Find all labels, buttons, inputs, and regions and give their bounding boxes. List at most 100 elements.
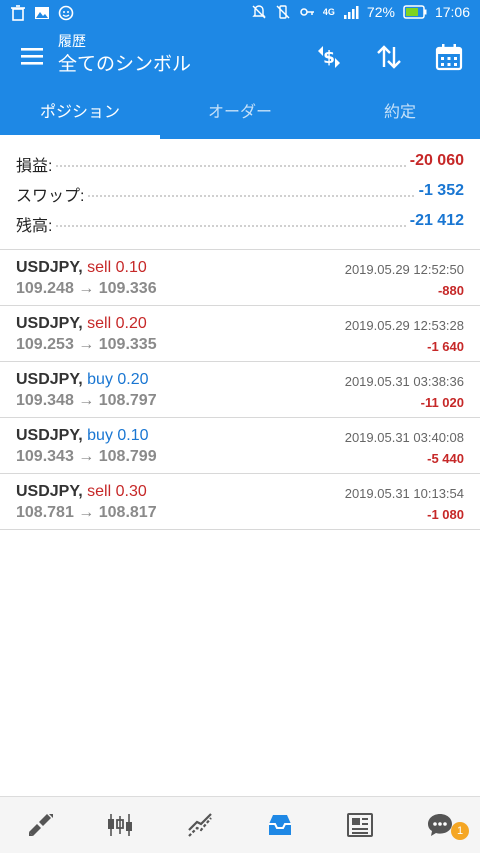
position-profit: -1 080 bbox=[427, 507, 464, 522]
battery-icon bbox=[403, 5, 427, 19]
nav-trade[interactable] bbox=[160, 797, 240, 853]
close-price: 109.335 bbox=[98, 336, 157, 353]
menu-icon[interactable] bbox=[18, 42, 46, 70]
trade-volume: 0.10 bbox=[117, 427, 149, 444]
position-profit: -11 020 bbox=[420, 395, 464, 410]
currency-exchange-icon[interactable]: $ bbox=[314, 42, 344, 72]
clock: 17:06 bbox=[434, 4, 470, 20]
app-bar: 履歴 全てのシンボル $ bbox=[0, 28, 480, 84]
open-price: 109.248 bbox=[16, 280, 74, 297]
position-time: 2019.05.29 12:52:50 bbox=[344, 262, 464, 277]
profit-value: -20 060 bbox=[405, 152, 464, 170]
arrow-icon: → bbox=[78, 504, 95, 521]
position-row[interactable]: USDJPY, sell 0.10 109.248 → 109.336 2019… bbox=[0, 250, 480, 306]
network-type: 4G bbox=[322, 7, 335, 17]
tab-deals[interactable]: 約定 bbox=[320, 84, 480, 139]
balance-value: -21 412 bbox=[405, 212, 464, 230]
tab-bar: ポジション オーダー 約定 bbox=[0, 84, 480, 139]
nav-news[interactable] bbox=[320, 797, 400, 853]
trade-volume: 0.20 bbox=[117, 371, 149, 388]
nav-chart[interactable] bbox=[80, 797, 160, 853]
symbol: USDJPY, bbox=[16, 315, 83, 332]
symbol: USDJPY, bbox=[16, 427, 83, 444]
position-symbol-line: USDJPY, sell 0.30 bbox=[16, 483, 147, 501]
symbol: USDJPY, bbox=[16, 259, 83, 276]
tab-orders[interactable]: オーダー bbox=[160, 84, 320, 139]
nav-quotes[interactable] bbox=[0, 797, 80, 853]
trade-side: sell bbox=[87, 315, 112, 332]
notification-icons bbox=[10, 5, 74, 21]
position-time: 2019.05.31 03:38:36 bbox=[344, 374, 464, 389]
price-line: 109.348 → 108.797 bbox=[16, 392, 157, 410]
position-symbol-line: USDJPY, buy 0.20 bbox=[16, 371, 149, 389]
chart-icon bbox=[108, 814, 132, 836]
battery-percent: 72% bbox=[366, 4, 395, 20]
mute-icon bbox=[252, 5, 266, 19]
position-symbol-line: USDJPY, sell 0.20 bbox=[16, 315, 147, 333]
position-profit: -1 640 bbox=[427, 339, 464, 354]
news-icon bbox=[347, 813, 373, 837]
status-bar: 4G 72% 17:06 bbox=[0, 0, 480, 28]
positions-list: USDJPY, sell 0.10 109.248 → 109.336 2019… bbox=[0, 250, 480, 530]
position-time: 2019.05.31 10:13:54 bbox=[344, 486, 464, 501]
bottom-navigation: 1 bbox=[0, 796, 480, 853]
vibrate-off-icon bbox=[276, 5, 290, 19]
arrow-icon: → bbox=[78, 392, 95, 409]
swap-value: -1 352 bbox=[414, 182, 464, 200]
nav-history[interactable] bbox=[240, 797, 320, 853]
history-icon bbox=[269, 815, 291, 835]
close-price: 108.817 bbox=[98, 504, 157, 521]
position-time: 2019.05.29 12:53:28 bbox=[344, 318, 464, 333]
profit-label: 損益: bbox=[16, 152, 57, 176]
price-line: 109.343 → 108.799 bbox=[16, 448, 157, 466]
trade-volume: 0.10 bbox=[115, 259, 147, 276]
close-price: 108.799 bbox=[98, 448, 157, 465]
quotes-icon bbox=[29, 814, 53, 836]
summary-panel: 損益: -20 060 スワップ: -1 352 残高: -21 412 bbox=[0, 148, 480, 238]
close-price: 108.797 bbox=[98, 392, 157, 409]
system-indicators: 4G 72% 17:06 bbox=[251, 4, 470, 20]
emoji-icon bbox=[58, 5, 74, 21]
position-row[interactable]: USDJPY, sell 0.30 108.781 → 108.817 2019… bbox=[0, 474, 480, 530]
calendar-icon[interactable] bbox=[434, 42, 464, 72]
trash-icon bbox=[11, 5, 25, 21]
trade-side: sell bbox=[87, 259, 112, 276]
price-line: 109.253 → 109.335 bbox=[16, 336, 157, 354]
summary-balance-row: 残高: -21 412 bbox=[0, 208, 480, 238]
trade-volume: 0.20 bbox=[115, 315, 147, 332]
price-line: 108.781 → 108.817 bbox=[16, 504, 157, 522]
trade-side: buy bbox=[87, 427, 113, 444]
svg-text:$: $ bbox=[323, 48, 335, 68]
price-line: 109.248 → 109.336 bbox=[16, 280, 157, 298]
summary-swap-row: スワップ: -1 352 bbox=[0, 178, 480, 208]
key-icon bbox=[300, 8, 314, 16]
nav-chat[interactable]: 1 bbox=[400, 797, 480, 853]
open-price: 108.781 bbox=[16, 504, 74, 521]
trade-icon bbox=[188, 813, 212, 837]
page-subtitle: 履歴 bbox=[58, 34, 86, 50]
chat-badge: 1 bbox=[451, 822, 469, 840]
position-symbol-line: USDJPY, buy 0.10 bbox=[16, 427, 149, 445]
page-title: 全てのシンボル bbox=[58, 53, 192, 75]
dotted-leader bbox=[16, 165, 462, 167]
tab-positions[interactable]: ポジション bbox=[0, 84, 160, 139]
open-price: 109.343 bbox=[16, 448, 74, 465]
symbol: USDJPY, bbox=[16, 483, 83, 500]
chat-icon bbox=[428, 814, 452, 836]
position-row[interactable]: USDJPY, sell 0.20 109.253 → 109.335 2019… bbox=[0, 306, 480, 362]
sort-icon[interactable] bbox=[374, 42, 404, 72]
arrow-icon: → bbox=[78, 280, 95, 297]
position-profit: -880 bbox=[437, 283, 464, 298]
open-price: 109.253 bbox=[16, 336, 74, 353]
position-row[interactable]: USDJPY, buy 0.10 109.343 → 108.799 2019.… bbox=[0, 418, 480, 474]
arrow-icon: → bbox=[78, 336, 95, 353]
arrow-icon: → bbox=[78, 448, 95, 465]
title-block[interactable]: 履歴 全てのシンボル bbox=[58, 34, 191, 78]
balance-label: 残高: bbox=[16, 212, 57, 236]
symbol: USDJPY, bbox=[16, 371, 83, 388]
position-row[interactable]: USDJPY, buy 0.20 109.348 → 108.797 2019.… bbox=[0, 362, 480, 418]
image-icon bbox=[35, 7, 49, 19]
position-symbol-line: USDJPY, sell 0.10 bbox=[16, 259, 147, 277]
summary-profit-row: 損益: -20 060 bbox=[0, 148, 480, 178]
position-profit: -5 440 bbox=[427, 451, 464, 466]
